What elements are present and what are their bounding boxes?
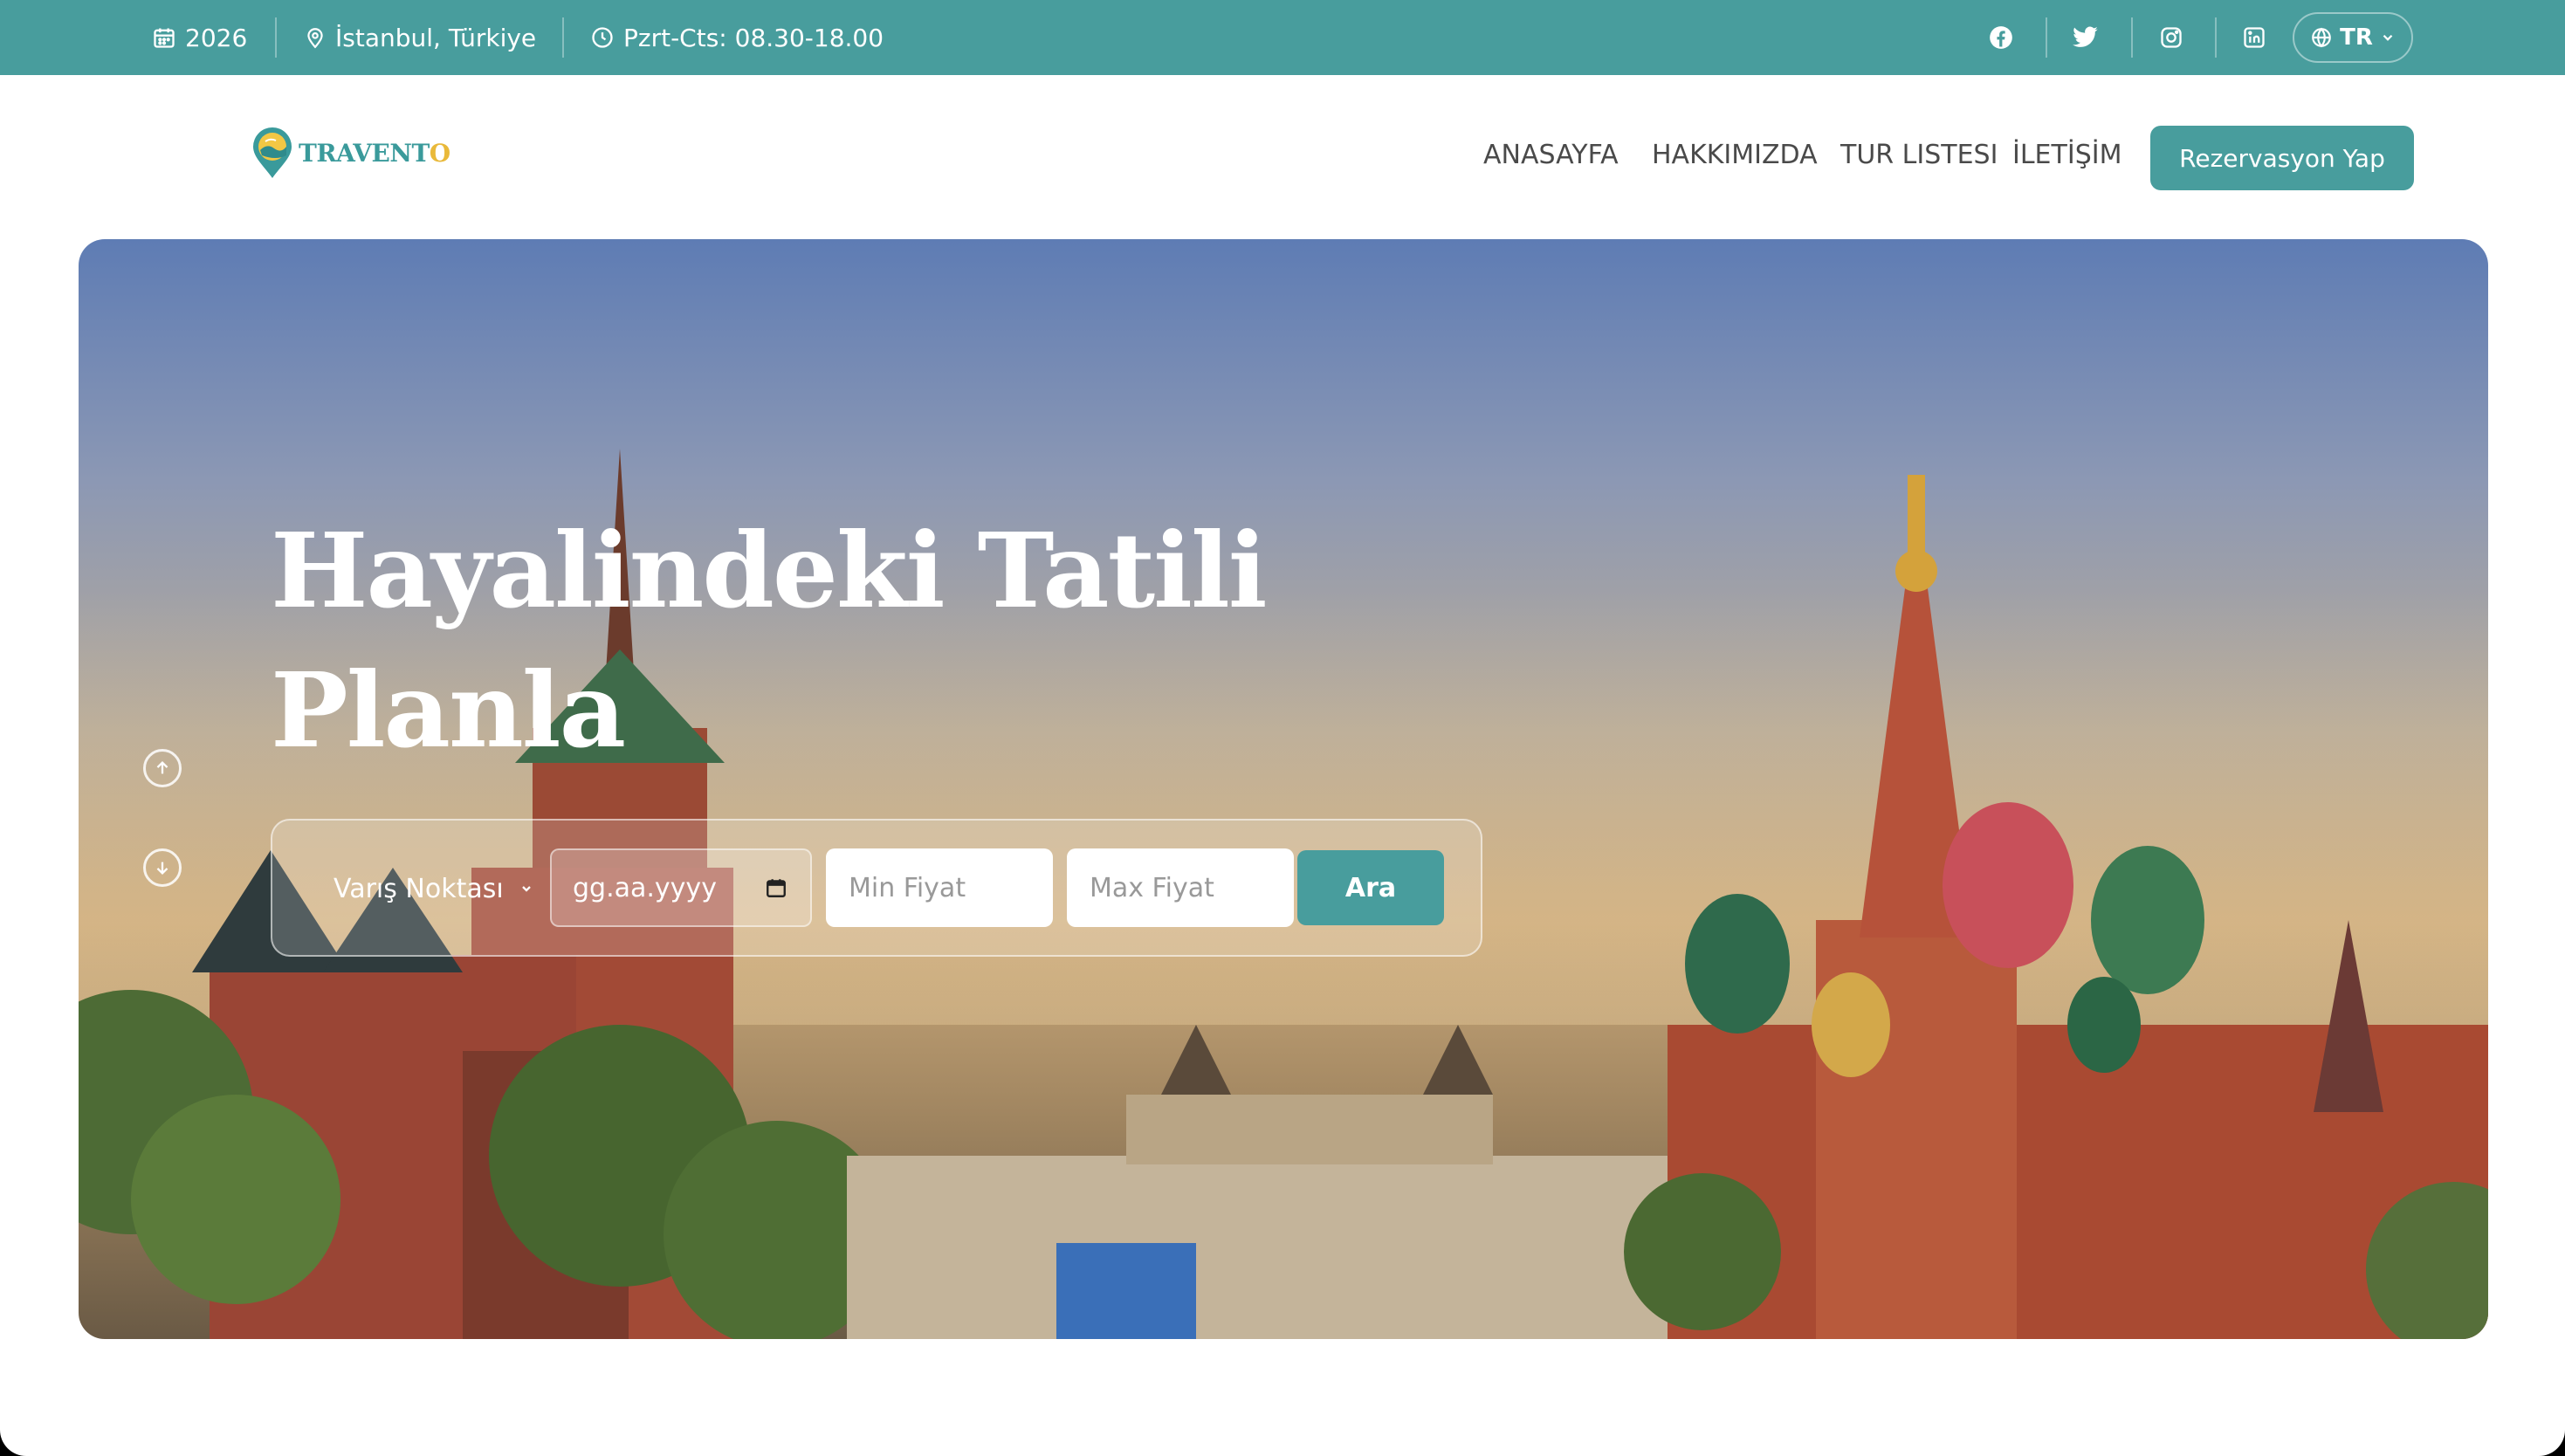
- instagram-icon[interactable]: [2153, 19, 2190, 56]
- hero-title-line2: Planla: [271, 649, 626, 771]
- reservation-button[interactable]: Rezervasyon Yap: [2150, 126, 2414, 190]
- location-info: İstanbul, Türkiye: [304, 0, 536, 75]
- nav-contact[interactable]: İLETİŞİM: [2012, 140, 2121, 170]
- search-form: Varış Noktası gg.aa.yyyy Ara: [271, 819, 1482, 957]
- nav-about[interactable]: HAKKIMIZDA: [1652, 140, 1818, 170]
- year-info: 2026: [152, 0, 247, 75]
- logo-text: TRAVENTO: [299, 139, 450, 168]
- hours-text: Pzrt-Cts: 08.30-18.00: [623, 23, 884, 52]
- logo[interactable]: TRAVENTO: [250, 126, 450, 180]
- facebook-icon[interactable]: [1983, 19, 2019, 56]
- language-code: TR: [2340, 24, 2373, 51]
- search-button[interactable]: Ara: [1297, 850, 1444, 925]
- date-placeholder: gg.aa.yyyy: [573, 872, 717, 903]
- twitter-icon[interactable]: [2067, 19, 2104, 56]
- destination-select-label: Varış Noktası: [334, 873, 504, 904]
- nav-tour-list[interactable]: TUR LISTESI: [1840, 140, 1998, 170]
- destination-select[interactable]: Varış Noktası: [334, 862, 533, 915]
- page: 2026 İstanbul, Türkiye Pzrt-Cts: 08.30-1…: [0, 0, 2565, 1456]
- date-input[interactable]: gg.aa.yyyy: [550, 848, 812, 927]
- arrow-down-icon[interactable]: [143, 848, 182, 887]
- max-price-input[interactable]: [1067, 848, 1294, 927]
- hero-title: Hayalindeki Tatili Planla: [271, 501, 1318, 780]
- divider: [2215, 17, 2217, 58]
- arrow-up-icon[interactable]: [143, 749, 182, 787]
- hero-banner: Hayalindeki Tatili Planla Varış Noktası …: [79, 239, 2488, 1339]
- divider: [275, 17, 277, 58]
- min-price-input[interactable]: [826, 848, 1053, 927]
- clock-icon: [592, 27, 613, 48]
- year-text: 2026: [185, 23, 248, 52]
- hero-background-image: [79, 449, 2488, 1339]
- globe-icon: [2312, 27, 2331, 48]
- top-bar: 2026 İstanbul, Türkiye Pzrt-Cts: 08.30-1…: [0, 0, 2565, 75]
- calendar-icon: [154, 28, 175, 48]
- divider: [2046, 17, 2047, 58]
- linkedin-icon[interactable]: [2236, 19, 2273, 56]
- logo-accent-text: O: [429, 138, 450, 168]
- language-selector[interactable]: TR: [2293, 12, 2413, 63]
- nav-home[interactable]: ANASAYFA: [1483, 140, 1619, 170]
- hero-title-line1: Hayalindeki Tatili: [271, 510, 1268, 631]
- hours-info: Pzrt-Cts: 08.30-18.00: [590, 0, 884, 75]
- location-text: İstanbul, Türkiye: [335, 23, 537, 52]
- map-pin-icon: [307, 28, 323, 49]
- chevron-down-icon: [2383, 34, 2393, 41]
- calendar-icon[interactable]: [765, 876, 787, 899]
- chevron-down-icon: [521, 886, 531, 892]
- divider: [2131, 17, 2133, 58]
- logo-main-text: TRAVENT: [299, 138, 430, 168]
- logo-pin-icon: [253, 127, 292, 178]
- divider: [562, 17, 564, 58]
